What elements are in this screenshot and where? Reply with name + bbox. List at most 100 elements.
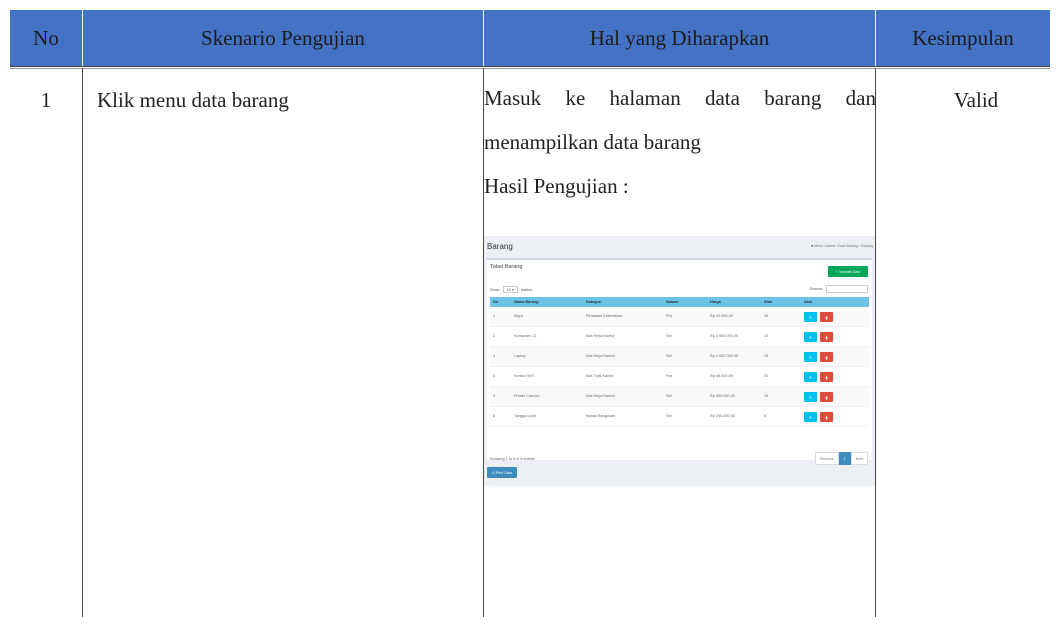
prev-page-button[interactable]: Previous (814, 452, 839, 465)
pencil-icon: ✎ (808, 334, 813, 340)
breadcrumb-text: Menu Utama › Data Barang › Barang (814, 244, 873, 248)
table-header: No Nama Barang Kategori Satuan Harga Sto… (490, 297, 869, 307)
table-row: 6 Tangga Lipat Bahan Bangunan Set Rp 200.000… (490, 407, 869, 427)
table-row: 1 Sapu Peralatan Kebersihan Pcs Rp 10.000,00… (490, 307, 869, 327)
row-no: 4 (493, 374, 496, 378)
header-no-label: No (33, 25, 59, 50)
delete-button[interactable]: ▮ (820, 332, 833, 342)
table-row: 4 Kertas HVS Alat Tulis Kantor Pcs Rp 45.000… (490, 367, 869, 387)
delete-button[interactable]: ▮ (820, 372, 833, 382)
row-kategori: Alat Tulis Kantor (586, 374, 614, 378)
row-harga: Rp 200.000,00 (710, 414, 735, 418)
col-nama-barang[interactable]: Nama Barang (514, 297, 538, 307)
show-label: Show (490, 288, 500, 292)
row-no: 6 (493, 414, 496, 418)
entries-select-value: 10 (506, 288, 511, 292)
trash-icon: ▮ (825, 314, 828, 320)
delete-button[interactable]: ▮ (820, 412, 833, 422)
edit-button[interactable]: ✎ (804, 392, 817, 402)
page-1-button[interactable]: 1 (838, 452, 851, 465)
row-harga: Rp 45.000,00 (710, 374, 733, 378)
row-kategori: Alat Kerja Kantor (586, 354, 615, 358)
breadcrumb: ■ Menu Utama › Data Barang › Barang (811, 244, 873, 248)
search-input[interactable] (826, 285, 868, 293)
edit-button[interactable]: ✎ (804, 312, 817, 322)
row-number: 1 (40, 88, 52, 112)
row-stok: 5 (764, 414, 767, 418)
row-harga: Rp 10.000,00 (710, 314, 733, 318)
row-satuan: Pcs (666, 314, 673, 318)
edit-button[interactable]: ✎ (804, 352, 817, 362)
row-nama-barang: Kertas HVS (514, 374, 534, 378)
scenario-text: Klik menu data barang (97, 88, 289, 112)
row-satuan: Set (666, 414, 672, 418)
home-icon: ■ (811, 244, 814, 248)
row-harga: Rp 2.000.000,00 (710, 354, 739, 358)
row-no: 2 (493, 334, 496, 338)
table-row: 5 Printer Cannon Alat Kerja Kantor Set Rp 90… (490, 387, 869, 407)
row-kategori: Peralatan Kebersihan (586, 314, 623, 318)
col-stok[interactable]: Stok (764, 297, 772, 307)
row-stok: 10 (764, 334, 769, 338)
row-stok: 19 (764, 394, 769, 398)
row-nama-barang: Komputer LG (514, 334, 537, 338)
row-nama-barang: Printer Cannon (514, 394, 540, 398)
row-satuan: Set (666, 334, 672, 338)
header-conclusion-label: Kesimpulan (912, 25, 1014, 50)
trash-icon: ▮ (825, 394, 828, 400)
row-satuan: Set (666, 394, 672, 398)
row-nama-barang: Tangga Lipat (514, 414, 536, 418)
pencil-icon: ✎ (808, 394, 813, 400)
delete-button[interactable]: ▮ (820, 312, 833, 322)
pencil-icon: ✎ (808, 374, 813, 380)
row-no: 5 (493, 394, 496, 398)
entries-select[interactable]: 10 ▾ (502, 286, 518, 293)
delete-button[interactable]: ▮ (820, 352, 833, 362)
print-data-button[interactable]: ⎙ Print Data (487, 467, 517, 478)
row-harga: Rp 900.000,00 (710, 394, 735, 398)
expected-line-2: menampilkan data barang (484, 130, 701, 154)
row-stok: 20 (764, 374, 769, 378)
table-row: 2 Komputer LG Alat Kerja Kantor Set Rp 3.000… (490, 327, 869, 347)
row-no: 1 (493, 314, 496, 318)
header-conclusion: Kesimpulan (876, 10, 1050, 66)
length-selector: Show 10 ▾ entries (490, 286, 532, 293)
header-no: No (10, 10, 82, 66)
row-kategori: Alat Kerja Kantor (586, 334, 615, 338)
row-stok: 45 (764, 314, 769, 318)
header-scenario: Skenario Pengujian (83, 10, 483, 66)
delete-button[interactable]: ▮ (820, 392, 833, 402)
header-expected-label: Hal yang Diharapkan (589, 25, 770, 50)
col-satuan[interactable]: Satuan (666, 297, 679, 307)
edit-button[interactable]: ✎ (804, 332, 817, 342)
trash-icon: ▮ (825, 334, 828, 340)
col-harga[interactable]: Harga (710, 297, 721, 307)
pencil-icon: ✎ (808, 414, 813, 420)
edit-button[interactable]: ✎ (804, 412, 817, 422)
expected-result: Masuk ke halaman data barang dan menampi… (484, 76, 876, 208)
print-label: Print Data (495, 470, 512, 475)
col-no[interactable]: No (493, 297, 498, 307)
row-divider (10, 66, 1050, 67)
row-harga: Rp 3.000.000,00 (710, 334, 739, 338)
printer-icon: ⎙ (492, 470, 495, 475)
box-title: Tabel Barang (490, 264, 523, 270)
col-aksi: Aksi (804, 300, 813, 304)
table-row: 3 Laptop Alat Kerja Kantor Set Rp 2.000.000,… (490, 347, 869, 367)
page-title: Barang (487, 242, 513, 251)
table-info: Showing 1 to 6 of 6 entries (490, 457, 535, 461)
conclusion-text: Valid (953, 88, 999, 112)
next-page-button[interactable]: Next (850, 452, 868, 465)
table-box: Tabel Barang + Tambah Data Show 10 ▾ ent… (487, 258, 872, 465)
header-scenario-label: Skenario Pengujian (201, 25, 365, 50)
edit-button[interactable]: ✎ (804, 372, 817, 382)
app-screenshot: Barang ■ Menu Utama › Data Barang › Bara… (484, 236, 875, 486)
row-nama-barang: Sapu (514, 314, 523, 318)
row-kategori: Bahan Bangunan (586, 414, 616, 418)
add-data-button[interactable]: + Tambah Data (828, 266, 868, 277)
pencil-icon: ✎ (808, 354, 813, 360)
col-kategori[interactable]: Kategori (586, 297, 601, 307)
header-expected: Hal yang Diharapkan (484, 10, 875, 66)
row-stok: 13 (764, 354, 769, 358)
pagination: Previous 1 Next (814, 452, 868, 465)
